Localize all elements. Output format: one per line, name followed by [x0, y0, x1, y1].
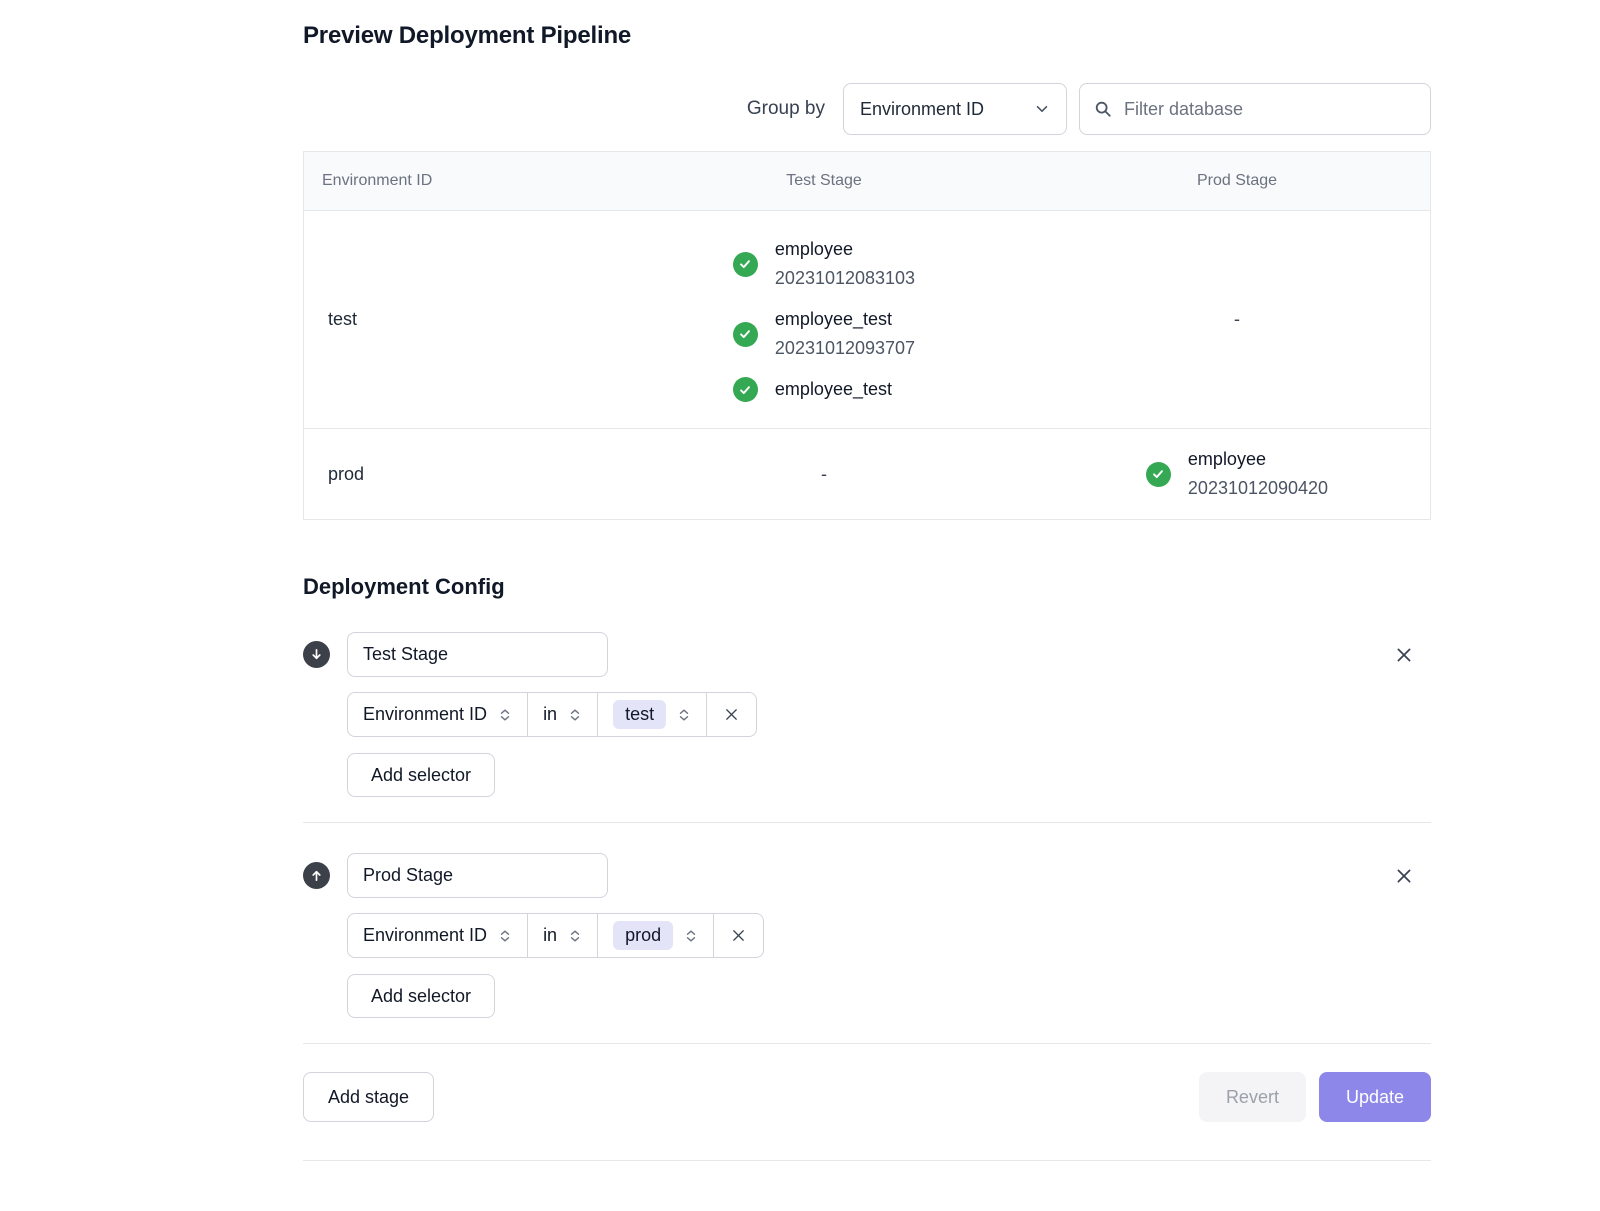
selector-key-select[interactable]: Environment ID: [348, 914, 527, 957]
stage-name-input[interactable]: [347, 632, 608, 677]
remove-selector-button[interactable]: [713, 914, 763, 957]
remove-selector-button[interactable]: [706, 693, 756, 736]
success-check-icon: [733, 377, 758, 402]
chevrons-up-down-icon: [498, 929, 512, 943]
selector-operator-select[interactable]: in: [527, 914, 597, 957]
selector-value-badge: prod: [613, 921, 673, 950]
filter-database-search[interactable]: [1079, 83, 1431, 135]
remove-stage-button[interactable]: [1391, 863, 1417, 889]
environment-id-cell: prod: [304, 464, 604, 485]
selector-row: Environment ID in test: [347, 692, 1431, 737]
deployment-list: employee 20231012083103 employee_test 20…: [733, 235, 915, 404]
arrow-down-circle-icon: [303, 641, 330, 668]
selector-row: Environment ID in prod: [347, 913, 1431, 958]
selector-operator-value: in: [543, 925, 557, 946]
chevrons-up-down-icon: [568, 929, 582, 943]
deployment-version: 20231012090420: [1188, 474, 1328, 503]
add-selector-button[interactable]: Add selector: [347, 974, 495, 1018]
chevrons-up-down-icon: [498, 708, 512, 722]
deployment-text: employee_test: [775, 375, 892, 404]
group-by-label: Group by: [747, 98, 825, 120]
table-row: test employee 20231012083103: [304, 210, 1430, 428]
update-button[interactable]: Update: [1319, 1072, 1431, 1122]
column-header-prod-stage: Prod Stage: [1044, 172, 1430, 190]
selector-operator-select[interactable]: in: [527, 693, 597, 736]
deployment-pipeline-page: Preview Deployment Pipeline Group by Env…: [303, 0, 1431, 1211]
stage-config-test: Environment ID in test: [303, 632, 1431, 797]
prod-stage-cell: employee 20231012090420: [1044, 445, 1430, 503]
pipeline-table-header: Environment ID Test Stage Prod Stage: [304, 152, 1430, 210]
add-stage-button[interactable]: Add stage: [303, 1072, 434, 1122]
stage-divider: [303, 822, 1431, 823]
success-check-icon: [733, 322, 758, 347]
bottom-divider: [303, 1160, 1431, 1161]
deployment-version: 20231012083103: [775, 264, 915, 293]
deployment-entry: employee 20231012083103: [733, 235, 915, 293]
selector-value-badge: test: [613, 700, 666, 729]
deployment-name: employee: [775, 235, 915, 264]
deployment-name: employee_test: [775, 305, 915, 334]
pipeline-table: Environment ID Test Stage Prod Stage tes…: [303, 151, 1431, 520]
selector-key-value: Environment ID: [363, 704, 487, 725]
deployment-version: 20231012093707: [775, 334, 915, 363]
deployment-text: employee 20231012090420: [1188, 445, 1328, 503]
deployment-list: employee 20231012090420: [1146, 445, 1328, 503]
chevrons-up-down-icon: [677, 708, 691, 722]
deployment-entry: employee_test: [733, 375, 892, 404]
table-row: prod - employee 20231012090420: [304, 428, 1430, 519]
deployment-text: employee_test 20231012093707: [775, 305, 915, 363]
stage-divider: [303, 1043, 1431, 1044]
selector-group: Environment ID in prod: [347, 913, 764, 958]
group-by-selected-value: Environment ID: [860, 99, 984, 120]
close-icon: [731, 928, 746, 943]
selector-key-value: Environment ID: [363, 925, 487, 946]
selector-value-select[interactable]: prod: [597, 914, 713, 957]
chevrons-up-down-icon: [684, 929, 698, 943]
chevron-down-icon: [1034, 101, 1050, 117]
filter-database-input[interactable]: [1122, 98, 1416, 121]
deployment-config-title: Deployment Config: [303, 574, 1431, 600]
column-header-test-stage: Test Stage: [604, 172, 1044, 190]
table-controls: Group by Environment ID: [303, 83, 1431, 135]
config-footer: Add stage Revert Update: [303, 1072, 1431, 1122]
search-icon: [1094, 100, 1112, 118]
stage-header: [303, 853, 1431, 898]
add-selector-button[interactable]: Add selector: [347, 753, 495, 797]
success-check-icon: [733, 252, 758, 277]
close-icon: [1395, 867, 1413, 885]
test-stage-cell: employee 20231012083103 employee_test 20…: [604, 235, 1044, 404]
close-icon: [1395, 646, 1413, 664]
arrow-up-circle-icon: [303, 862, 330, 889]
selector-group: Environment ID in test: [347, 692, 757, 737]
deployment-name: employee: [1188, 445, 1328, 474]
close-icon: [724, 707, 739, 722]
selector-value-select[interactable]: test: [597, 693, 706, 736]
stage-config-prod: Environment ID in prod: [303, 853, 1431, 1018]
test-stage-empty-cell: -: [604, 464, 1044, 485]
chevrons-up-down-icon: [568, 708, 582, 722]
column-header-environment-id: Environment ID: [304, 172, 604, 190]
selector-key-select[interactable]: Environment ID: [348, 693, 527, 736]
group-by-select[interactable]: Environment ID: [843, 83, 1067, 135]
remove-stage-button[interactable]: [1391, 642, 1417, 668]
prod-stage-empty-cell: -: [1044, 309, 1430, 330]
revert-button[interactable]: Revert: [1199, 1072, 1306, 1122]
environment-id-cell: test: [304, 309, 604, 330]
deployment-text: employee 20231012083103: [775, 235, 915, 293]
stage-name-input[interactable]: [347, 853, 608, 898]
stage-header: [303, 632, 1431, 677]
deployment-entry: employee 20231012090420: [1146, 445, 1328, 503]
selector-operator-value: in: [543, 704, 557, 725]
deployment-entry: employee_test 20231012093707: [733, 305, 915, 363]
deployment-name: employee_test: [775, 375, 892, 404]
page-title: Preview Deployment Pipeline: [303, 22, 1431, 50]
success-check-icon: [1146, 462, 1171, 487]
